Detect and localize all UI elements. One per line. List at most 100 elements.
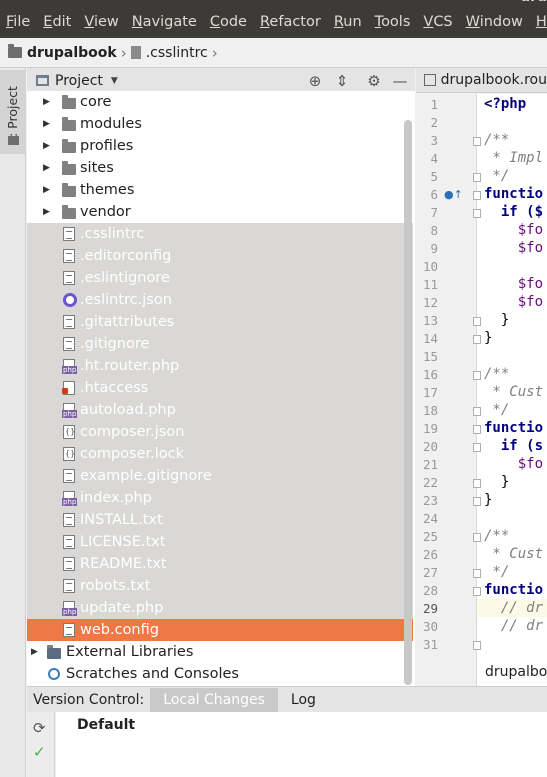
tree-file[interactable]: .csslintrc [27,223,413,245]
code-line: * Cust [484,384,544,400]
tree-file[interactable]: update.php [27,597,413,619]
tab-log[interactable]: Log [278,688,329,712]
editor-tab[interactable]: drupalbook.rou [416,68,547,93]
tree-file[interactable]: .gitignore [27,333,413,355]
tree-external-libraries[interactable]: ▶ External Libraries [27,641,413,663]
fold-marker-icon[interactable] [473,641,481,650]
code-line: if ($ [484,204,544,220]
tree-folder-themes[interactable]: ▶ themes [27,179,413,201]
project-tree: ▶ core ▶ modules ▶ profiles ▶ sites ▶ themes ▶ vend… [27,91,415,687]
fold-marker-icon[interactable] [473,443,481,452]
code-line: */ [484,402,510,418]
collapse-icon[interactable]: ⇕ [333,72,351,90]
line-number: 7 [430,205,438,220]
expand-arrow-icon[interactable]: ▶ [43,97,50,107]
expand-arrow-icon[interactable]: ▶ [31,647,38,657]
menu-edit[interactable]: Edit [43,14,71,30]
menu-file[interactable]: File [6,14,30,30]
menu-refactor[interactable]: Refactor [260,14,321,30]
tree-file[interactable]: .gitattributes [27,311,413,333]
tree-item-label: .editorconfig [80,248,172,264]
expand-arrow-icon[interactable]: ▶ [43,163,50,173]
tree-scratches[interactable]: Scratches and Consoles [27,663,413,685]
line-number: 8 [430,223,438,238]
fold-marker-icon[interactable] [473,407,481,416]
tree-folder-vendor[interactable]: ▶ vendor [27,201,413,223]
menu-vcs[interactable]: VCS [423,14,452,30]
tree-file[interactable]: composer.lock [27,443,413,465]
fold-marker-icon[interactable] [473,587,481,596]
editor-breadcrumb[interactable]: drupalbook [485,664,547,680]
tree-scrollbar[interactable] [404,120,412,685]
menu-code[interactable]: Code [210,14,247,30]
tree-file[interactable]: index.php [27,487,413,509]
tree-folder-profiles[interactable]: ▶ profiles [27,135,413,157]
menu-window[interactable]: Window [466,14,523,30]
minimize-icon[interactable]: — [391,72,409,90]
menu-help[interactable]: Help [536,14,547,30]
json-file-icon [63,447,75,461]
project-window-icon [36,75,49,86]
menu-navigate[interactable]: Navigate [132,14,197,30]
tree-file[interactable]: example.gitignore [27,465,413,487]
tree-file[interactable]: .editorconfig [27,245,413,267]
tree-file[interactable]: README.txt [27,553,413,575]
expand-arrow-icon[interactable]: ▶ [43,141,50,151]
fold-marker-icon[interactable] [473,173,481,182]
file-file-icon [63,469,75,483]
fold-marker-icon[interactable] [473,335,481,344]
gear-icon[interactable]: ⚙ [365,72,383,90]
code-line: /** [484,528,510,544]
scratches-icon [48,668,60,680]
tree-file[interactable]: .ht.router.php [27,355,413,377]
expand-arrow-icon[interactable]: ▶ [43,185,50,195]
expand-arrow-icon[interactable]: ▶ [43,207,50,217]
tree-file[interactable]: autoload.php [27,399,413,421]
file-file-icon [63,337,75,351]
breadcrumb-project[interactable]: drupalbook [27,45,117,61]
tree-file[interactable]: LICENSE.txt [27,531,413,553]
commit-check-icon[interactable]: ✓ [33,743,46,761]
fold-marker-icon[interactable] [473,479,481,488]
line-number: 21 [422,457,438,472]
refresh-icon[interactable]: ⟳ [33,719,46,737]
menu-run[interactable]: Run [334,14,362,30]
tab-local-changes[interactable]: Local Changes [150,687,278,712]
fold-marker-icon[interactable] [473,137,481,146]
changelist-default[interactable]: Default [77,717,135,733]
fold-marker-icon[interactable] [473,425,481,434]
tree-folder-core[interactable]: ▶ core [27,91,413,113]
line-number: 16 [422,367,438,382]
caret-down-icon[interactable]: ▼ [111,76,118,86]
fold-marker-icon[interactable] [473,191,481,200]
tree-file[interactable]: INSTALL.txt [27,509,413,531]
tree-file-selected[interactable]: web.config [27,619,413,641]
fold-marker-icon[interactable] [473,371,481,380]
code-line: functio [484,420,544,436]
menu-view[interactable]: View [84,14,118,30]
tree-file[interactable]: composer.json [27,421,413,443]
tree-item-label: .gitattributes [80,314,175,330]
tree-file[interactable]: robots.txt [27,575,413,597]
fold-marker-icon[interactable] [473,569,481,578]
code-line: $fo [484,456,544,472]
breadcrumb-file[interactable]: .csslintrc [146,45,208,61]
fold-marker-icon[interactable] [473,317,481,326]
tree-file[interactable]: .eslintrc.json [27,289,413,311]
expand-arrow-icon[interactable]: ▶ [43,119,50,129]
tree-folder-modules[interactable]: ▶ modules [27,113,413,135]
project-view-selector[interactable]: Project [55,73,103,89]
tree-file[interactable]: .eslintignore [27,267,413,289]
target-icon[interactable]: ⊕ [306,72,324,90]
php-file-icon [62,491,78,506]
fold-marker-icon[interactable] [473,497,481,506]
line-number: 19 [422,421,438,436]
line-number: 13 [422,313,438,328]
fold-marker-icon[interactable] [473,209,481,218]
menu-tools[interactable]: Tools [375,14,411,30]
tree-folder-sites[interactable]: ▶ sites [27,157,413,179]
tree-file[interactable]: .htaccess [27,377,413,399]
fold-marker-icon[interactable] [473,533,481,542]
editor-tab-label: drupalbook.rou [440,72,547,88]
implements-icon[interactable]: ●↑ [444,188,463,201]
